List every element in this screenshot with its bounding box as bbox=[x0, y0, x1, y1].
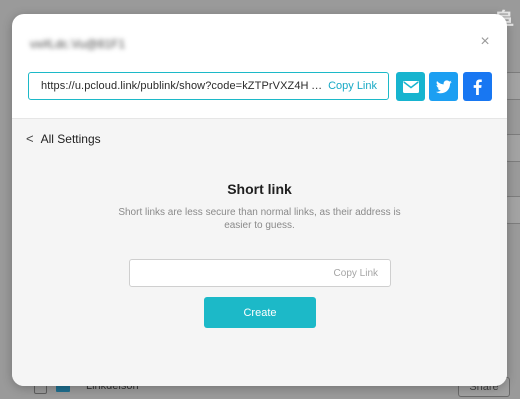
short-link-field[interactable]: Copy Link bbox=[129, 259, 391, 287]
mail-icon bbox=[402, 80, 419, 93]
back-label: All Settings bbox=[40, 132, 101, 146]
facebook-share-button[interactable] bbox=[463, 72, 492, 101]
email-share-button[interactable] bbox=[396, 72, 425, 101]
background-panel-edge bbox=[505, 196, 520, 224]
twitter-share-button[interactable] bbox=[429, 72, 458, 101]
link-settings-panel: < All Settings Short link Short links ar… bbox=[12, 118, 507, 386]
short-link-input[interactable] bbox=[138, 260, 322, 286]
section-description: Short links are less secure than normal … bbox=[118, 207, 401, 231]
short-link-copy-button[interactable]: Copy Link bbox=[334, 268, 378, 279]
copy-link-button[interactable]: Copy Link bbox=[328, 80, 388, 92]
twitter-icon bbox=[435, 79, 452, 93]
chevron-left-icon: < bbox=[26, 131, 34, 146]
close-icon[interactable]: × bbox=[477, 34, 493, 50]
create-short-link-button[interactable]: Create bbox=[204, 297, 316, 328]
background-panel-edge bbox=[505, 72, 520, 100]
link-url[interactable]: https://u.pcloud.link/publink/show?code=… bbox=[29, 80, 309, 92]
share-link-modal: vx#Ldc.Vu@81F1 × https://u.pcloud.link/p… bbox=[12, 14, 507, 386]
public-link-field[interactable]: https://u.pcloud.link/publink/show?code=… bbox=[28, 72, 389, 100]
facebook-icon bbox=[473, 78, 482, 95]
modal-title: vx#Ldc.Vu@81F1 bbox=[30, 37, 126, 51]
section-title: Short link bbox=[227, 181, 292, 197]
link-ellipsis: … bbox=[311, 80, 323, 92]
background-panel-edge bbox=[505, 134, 520, 162]
all-settings-back-link[interactable]: < All Settings bbox=[26, 132, 101, 146]
